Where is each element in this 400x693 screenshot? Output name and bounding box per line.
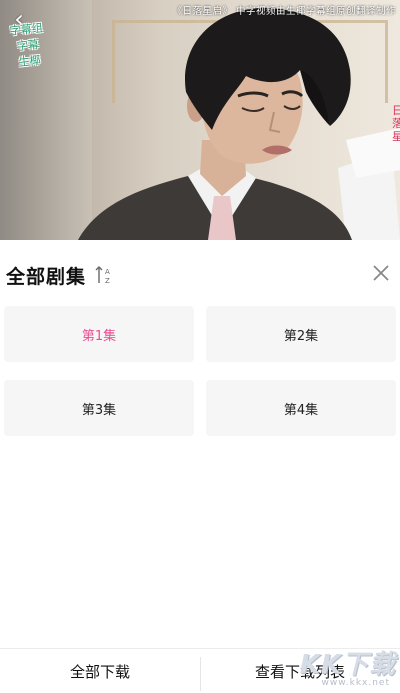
episode-panel-header: 全部剧集 A Z [0, 240, 400, 302]
episode-1-button[interactable]: 第1集 [4, 306, 194, 362]
video-caption-credit: 《日落星启》 中字视频由生椰字幕组原创翻译制作 [172, 6, 396, 17]
video-player[interactable]: ‹ 字幕组 字幕 生椰 《日落星启》 中字视频由生椰字幕组原创翻译制作 日落星 [0, 0, 400, 240]
svg-text:A: A [105, 268, 110, 276]
close-button[interactable] [372, 264, 390, 282]
video-watermark: 字幕组 字幕 生椰 [2, 20, 55, 73]
close-icon [373, 265, 389, 281]
episode-label: 第3集 [81, 402, 117, 418]
download-all-button[interactable]: 全部下载 [0, 649, 200, 693]
episode-2-button[interactable]: 第2集 [206, 306, 396, 362]
episode-label: 第4集 [283, 402, 319, 418]
panel-title: 全部剧集 [6, 266, 87, 288]
svg-text:Z: Z [105, 277, 110, 285]
episode-3-button[interactable]: 第3集 [4, 380, 194, 436]
view-download-list-button[interactable]: 查看下载列表 [200, 649, 400, 693]
video-frame-person [78, 7, 400, 240]
episode-label: 第2集 [283, 328, 319, 344]
download-footer: 全部下载 查看下载列表 [0, 648, 400, 693]
sort-az-icon: A Z [95, 266, 110, 285]
episode-panel: 全部剧集 A Z 第1集 第2集 第3集 第4集 全部下载 查看下载列表 KK下… [0, 240, 400, 693]
episode-label: 第1集 [81, 328, 117, 344]
video-side-caption: 日落星 [392, 104, 400, 143]
episode-4-button[interactable]: 第4集 [206, 380, 396, 436]
sort-az-button[interactable]: A Z [94, 264, 116, 286]
